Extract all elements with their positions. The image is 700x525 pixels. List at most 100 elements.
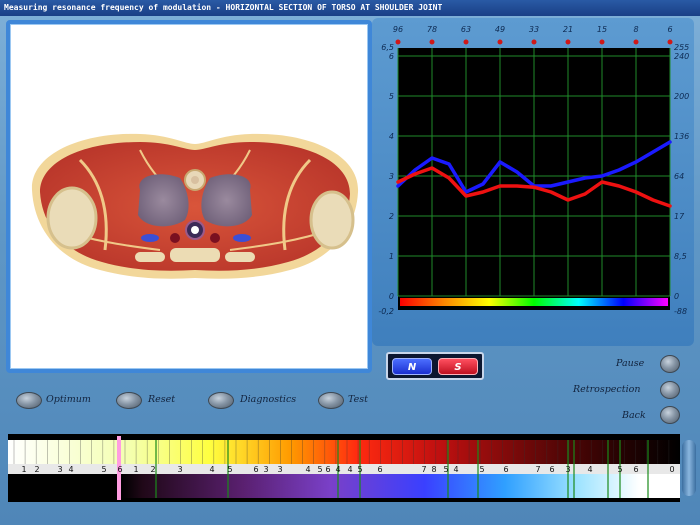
top-tick-label: 6: [667, 25, 672, 34]
spectrum-scale-label: 3: [177, 465, 182, 474]
pause-button[interactable]: [660, 355, 680, 373]
top-tick-marker: [565, 39, 571, 45]
spectrum-scale-band: [8, 464, 680, 474]
top-tick-label: 49: [495, 25, 505, 34]
y-right-tick-label: 240: [674, 52, 689, 61]
y-left-tick-label: 1: [389, 252, 394, 261]
top-tick-marker: [395, 39, 401, 45]
spectrum-graphic: 1234561234563345644567854567634560: [8, 436, 680, 500]
retrospection-button[interactable]: [660, 381, 680, 399]
rainbow-scale-bar: [400, 298, 668, 306]
spectrum-scale-label: 3: [57, 465, 62, 474]
y-right-tick-label: 200: [674, 92, 689, 101]
top-tick-label: 15: [597, 25, 607, 34]
spectrum-scroll-handle[interactable]: [682, 440, 696, 496]
top-tick-label: 21: [563, 25, 573, 34]
spectrum-scale-label: 4: [68, 465, 73, 474]
pause-label[interactable]: Pause: [616, 358, 644, 369]
back-button[interactable]: [660, 406, 680, 424]
y-right-tick-label: 64: [674, 172, 684, 181]
spectrum-scale-label: 8: [431, 465, 436, 474]
top-tick-label: 33: [529, 25, 539, 34]
y-right-tick-label: 255: [674, 43, 689, 52]
diagnostics-label[interactable]: Diagnostics: [240, 394, 296, 405]
window-title: Measuring resonance frequency of modulat…: [0, 0, 700, 16]
y-right-tick-label: 0: [674, 292, 679, 301]
top-tick-label: 8: [633, 25, 638, 34]
y-left-tick-label: 2: [389, 212, 394, 221]
spectrum-scale-label: 6: [377, 465, 382, 474]
y-left-tick-label: 6: [389, 52, 394, 61]
top-tick-label: 63: [461, 25, 471, 34]
spectrum-scale-label: 3: [277, 465, 282, 474]
spectrum-scale-label: 5: [317, 465, 322, 474]
spectrum-scale-label: 7: [535, 465, 540, 474]
top-tick-marker: [429, 39, 435, 45]
spectrum-scale-label: 7: [421, 465, 426, 474]
y-left-tick-label: 6,5: [381, 43, 394, 52]
spectrum-scale-label: 5: [479, 465, 484, 474]
spectrum-scale-label: 3: [263, 465, 268, 474]
spectrum-scale-label: 1: [133, 465, 138, 474]
y-right-tick-label: 8,5: [674, 252, 687, 261]
spectrum-scale-label: 6: [253, 465, 258, 474]
spectrum-scale-label: 4: [347, 465, 352, 474]
y-left-tick-label: 0: [389, 292, 394, 301]
y-right-tick-label: 17: [674, 212, 685, 221]
test-label[interactable]: Test: [348, 394, 368, 405]
torso-cross-section-image: [31, 133, 359, 279]
app-window: Measuring resonance frequency of modulat…: [0, 0, 700, 525]
spectrum-scale-label: 3: [565, 465, 570, 474]
optimum-button[interactable]: [16, 392, 42, 409]
top-tick-label: 78: [427, 25, 437, 34]
y-left-tick-label: -0,2: [378, 307, 394, 316]
top-tick-label: 96: [393, 25, 403, 34]
top-tick-marker: [667, 39, 673, 45]
spectrum-scale-label: 6: [633, 465, 638, 474]
frequency-chart-panel: 6,5 6 5 4 3 2 1 0 -0,2 255 240 200 136 64 17 8,5 0 -88 96 7…: [372, 18, 694, 346]
spectrum-scale-label: 1: [21, 465, 26, 474]
reset-label[interactable]: Reset: [148, 394, 175, 405]
spectrum-scale-label: 4: [209, 465, 214, 474]
frequency-spectrum-strip: 1234561234563345644567854567634560: [8, 434, 680, 502]
top-tick-marker: [531, 39, 537, 45]
retrospection-label[interactable]: Retrospection: [573, 384, 640, 395]
y-left-tick-label: 4: [389, 132, 394, 141]
spectrum-scale-label: 5: [227, 465, 232, 474]
top-tick-marker: [463, 39, 469, 45]
diagnostics-button[interactable]: [208, 392, 234, 409]
spectrum-scale-label: 5: [617, 465, 622, 474]
spectrum-scale-label: 6: [549, 465, 554, 474]
frequency-chart: 6,56543210-0,225524020013664178,50-8896 7…: [378, 25, 689, 316]
spectrum-scale-label: 6: [117, 465, 122, 474]
y-left-tick-label: 3: [389, 172, 394, 181]
spectrum-scale-label: 0: [669, 465, 674, 474]
spectrum-scale-label: 4: [305, 465, 310, 474]
optimum-label[interactable]: Optimum: [46, 394, 91, 405]
spectrum-scale-label: 2: [150, 465, 155, 474]
s-polarity-button[interactable]: S: [438, 358, 478, 375]
y-right-tick-label: 136: [674, 132, 689, 141]
top-tick-marker: [497, 39, 503, 45]
y-right-tick-label: -88: [674, 307, 687, 316]
spectrum-scale-label: 4: [335, 465, 340, 474]
spectrum-scale-label: 5: [443, 465, 448, 474]
n-polarity-button[interactable]: N: [392, 358, 432, 375]
top-tick-marker: [633, 39, 639, 45]
spectrum-scale-label: 2: [34, 465, 39, 474]
polarity-toggle: N S: [386, 352, 484, 380]
scan-image-panel: [6, 20, 372, 373]
spectrum-bottom-band: [8, 474, 680, 498]
spectrum-scale-label: 4: [453, 465, 458, 474]
back-label[interactable]: Back: [622, 410, 646, 421]
top-tick-marker: [599, 39, 605, 45]
spectrum-scale-label: 6: [325, 465, 330, 474]
reset-button[interactable]: [116, 392, 142, 409]
y-left-tick-label: 5: [389, 92, 394, 101]
spectrum-scale-label: 6: [503, 465, 508, 474]
test-button[interactable]: [318, 392, 344, 409]
spectrum-top-band: [8, 440, 680, 464]
spectrum-scale-label: 5: [357, 465, 362, 474]
spectrum-scale-label: 5: [101, 465, 106, 474]
spectrum-scale-label: 4: [587, 465, 592, 474]
